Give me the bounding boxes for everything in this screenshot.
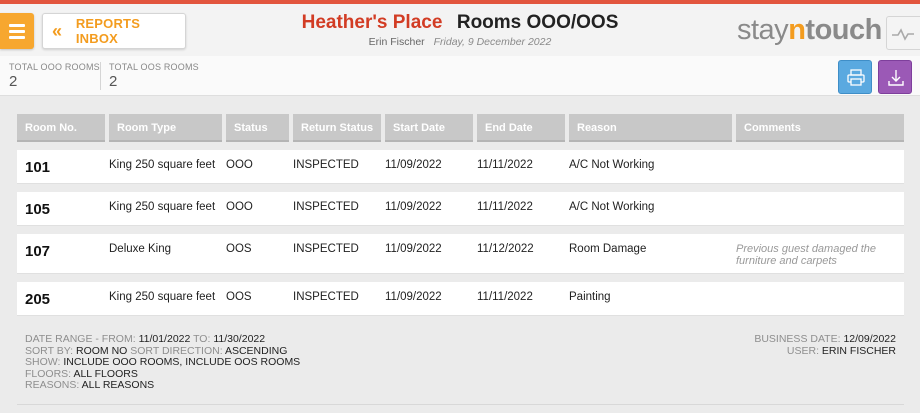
column-header-end-date[interactable]: End Date [477, 114, 565, 142]
double-chevron-left-icon: « [52, 21, 63, 41]
column-header-reason[interactable]: Reason [569, 114, 732, 142]
cell-end-date: 11/12/2022 [477, 243, 534, 255]
logo-part-touch: touch [805, 14, 882, 46]
cell-start-date: 11/09/2022 [385, 243, 442, 255]
hamburger-icon-bar [9, 30, 25, 33]
cell-reason: A/C Not Working [569, 201, 655, 213]
stayntouch-logo: stayntouch [737, 14, 882, 47]
user-value: ERIN FISCHER [821, 344, 896, 357]
cell-start-date: 11/09/2022 [385, 201, 442, 213]
show-label: SHOW: [25, 356, 61, 369]
to-label: TO: [193, 333, 211, 345]
download-icon [888, 70, 904, 86]
show-value: INCLUDE OOO ROOMS, INCLUDE OOS ROOMS [63, 356, 301, 369]
column-header-room-no[interactable]: Room No. [17, 114, 105, 142]
table-row[interactable]: 105 King 250 square feet OOO INSPECTED 1… [17, 192, 904, 226]
report-footer: DATE RANGE - FROM: 11/01/2022 TO: 11/30/… [0, 326, 920, 404]
column-header-comments[interactable]: Comments [736, 114, 904, 142]
report-filters: DATE RANGE - FROM: 11/01/2022 TO: 11/30/… [25, 333, 301, 392]
floors-label: FLOORS: [25, 367, 72, 380]
cell-room-type: King 250 square feet [109, 291, 216, 303]
cell-comment: Previous guest damaged the furniture and… [736, 243, 877, 267]
divider [17, 404, 904, 405]
download-button[interactable] [878, 60, 912, 94]
cell-room-no: 107 [25, 243, 51, 260]
hamburger-icon [9, 24, 25, 27]
sort-by-value: ROOM NO [75, 344, 128, 357]
business-date-value: 12/09/2022 [843, 333, 896, 345]
reasons-label: REASONS: [25, 379, 80, 392]
cell-return-status: INSPECTED [293, 291, 359, 303]
cell-room-type: Deluxe King [109, 243, 172, 255]
cell-reason: Room Damage [569, 243, 647, 255]
cell-room-type: King 250 square feet [109, 201, 216, 213]
stat-label: TOTAL OOO ROOMS [9, 62, 100, 72]
report-user: Erin Fischer [368, 36, 425, 48]
table-row[interactable]: 101 King 250 square feet OOO INSPECTED 1… [17, 150, 904, 184]
cell-return-status: INSPECTED [293, 243, 359, 255]
report-date: Friday, 9 December 2022 [433, 36, 552, 48]
sort-by-label: SORT BY: [25, 344, 74, 357]
logo-part-stay: stay [737, 14, 789, 46]
stat-total-ooo: TOTAL OOO ROOMS 2 [9, 62, 100, 90]
reasons-value: ALL REASONS [81, 379, 155, 392]
cell-status: OOS [226, 291, 252, 303]
cell-room-type: King 250 square feet [109, 159, 216, 171]
report-title-block: Heather's Place Rooms OOO/OOS Erin Fisch… [240, 12, 680, 48]
cell-status: OOS [226, 243, 252, 255]
cell-room-no: 105 [25, 201, 51, 218]
cell-end-date: 11/11/2022 [477, 291, 533, 303]
cell-room-no: 101 [25, 159, 51, 176]
report-meta: BUSINESS DATE: 12/09/2022 USER: ERIN FIS… [754, 333, 896, 357]
cell-return-status: INSPECTED [293, 159, 359, 171]
sort-direction-label: SORT DIRECTION: [130, 344, 223, 357]
stat-total-oos: TOTAL OOS ROOMS 2 [109, 62, 199, 90]
cell-reason: A/C Not Working [569, 159, 655, 171]
reports-inbox-label: REPORTS INBOX [75, 16, 141, 46]
sort-direction-value: ASCENDING [224, 344, 288, 357]
stat-label: TOTAL OOS ROOMS [109, 62, 199, 72]
cell-room-no: 205 [25, 291, 51, 308]
cell-status: OOO [226, 159, 253, 171]
cell-return-status: INSPECTED [293, 201, 359, 213]
date-to-value: 11/30/2022 [213, 333, 266, 345]
table-row[interactable]: 205 King 250 square feet OOS INSPECTED 1… [17, 282, 904, 316]
cell-reason: Painting [569, 291, 611, 303]
pulse-icon [892, 28, 914, 41]
floors-value: ALL FLOORS [73, 367, 138, 380]
divider [100, 62, 101, 90]
cell-status: OOO [226, 201, 253, 213]
business-date-label: BUSINESS DATE: [754, 333, 841, 345]
column-header-room-type[interactable]: Room Type [109, 114, 222, 142]
stat-value: 2 [9, 73, 18, 90]
cell-start-date: 11/09/2022 [385, 291, 442, 303]
print-button[interactable] [838, 60, 872, 94]
hamburger-icon-bar [9, 36, 25, 39]
column-header-start-date[interactable]: Start Date [385, 114, 473, 142]
column-header-status[interactable]: Status [226, 114, 289, 142]
cell-start-date: 11/09/2022 [385, 159, 442, 171]
cell-end-date: 11/11/2022 [477, 201, 533, 213]
date-from-value: 11/01/2022 [138, 333, 191, 345]
cell-end-date: 11/11/2022 [477, 159, 533, 171]
hotel-name: Heather's Place [301, 12, 443, 33]
column-header-return-status[interactable]: Return Status [293, 114, 381, 142]
report-name: Rooms OOO/OOS [456, 12, 619, 33]
table-row[interactable]: 107 Deluxe King OOS INSPECTED 11/09/2022… [17, 234, 904, 274]
stats-bar: TOTAL OOO ROOMS 2 TOTAL OOS ROOMS 2 [0, 56, 920, 96]
logo-part-n: n [788, 14, 806, 46]
stat-value: 2 [109, 73, 118, 90]
reports-inbox-button[interactable]: « REPORTS INBOX [42, 13, 186, 49]
report-header: « REPORTS INBOX Heather's Place Rooms OO… [0, 4, 920, 56]
user-label: USER: [786, 344, 819, 357]
activity-button[interactable] [886, 16, 920, 50]
menu-button[interactable] [0, 13, 34, 49]
printer-icon [847, 69, 865, 86]
date-range-label: DATE RANGE - FROM: [25, 333, 136, 345]
